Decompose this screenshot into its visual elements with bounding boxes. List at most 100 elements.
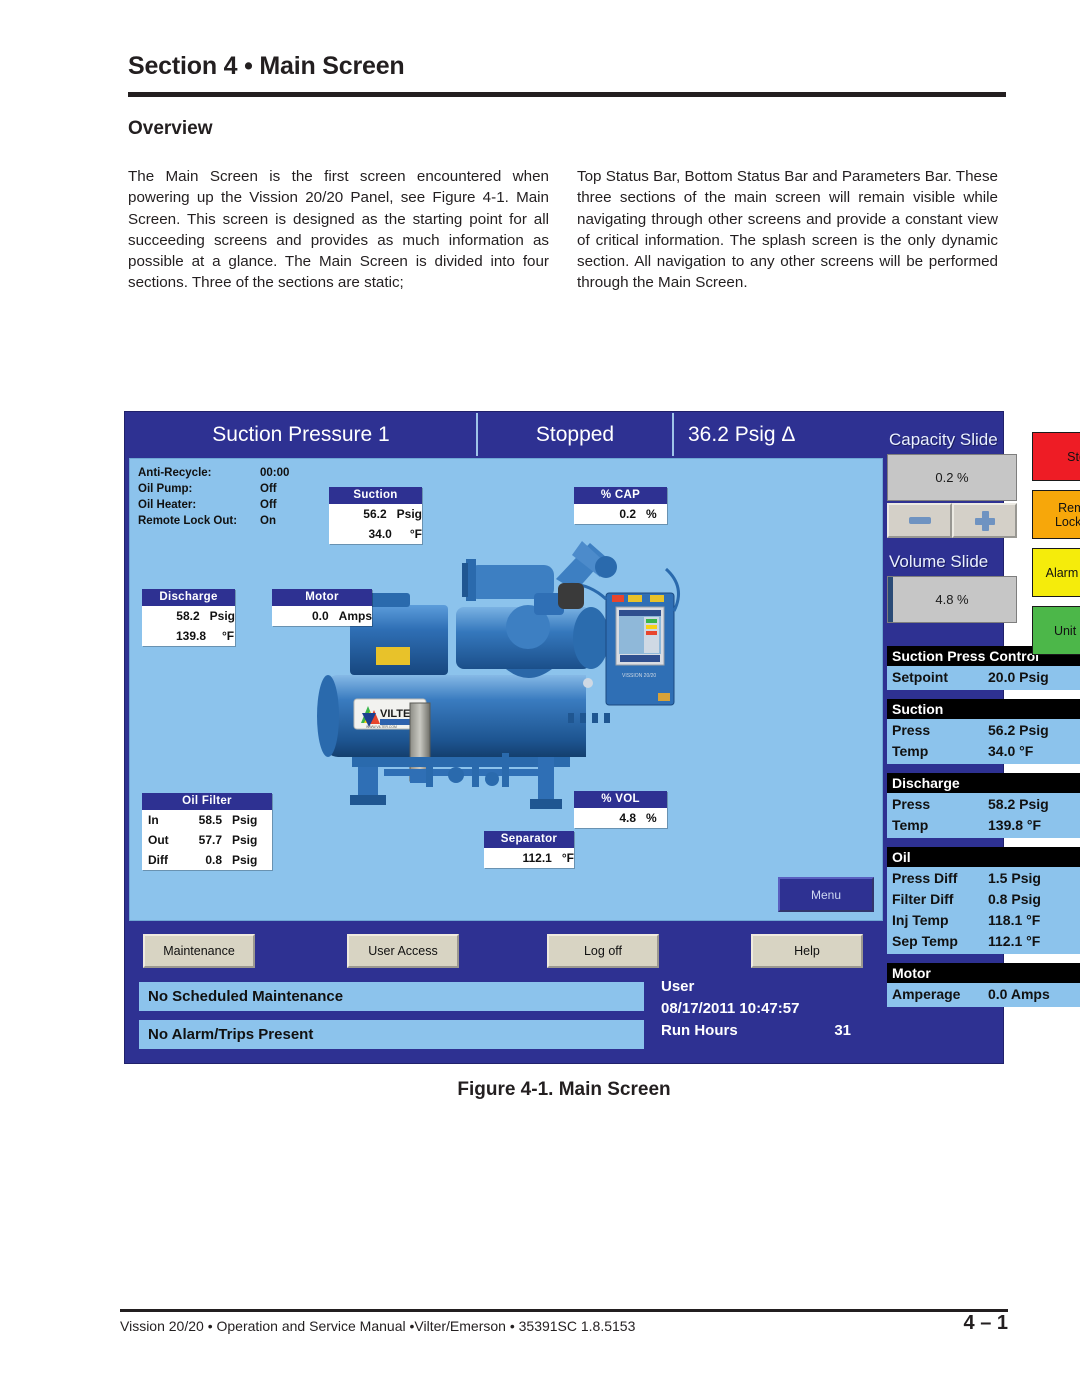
param-value: 34.0 °F [988,743,1034,759]
readout-unit: Psig [209,609,235,623]
remote-lock-out-button[interactable]: Remote Lock Out [1032,490,1080,539]
run-hours-label: Run Hours [661,1022,738,1039]
volume-slide-value: 4.8 % [935,592,969,607]
readout-row: 139.8 °F [142,626,235,646]
run-hours-value: 31 [834,1022,851,1039]
param-key: Press [892,722,931,738]
menu-button[interactable]: Menu [778,877,874,912]
overview-heading: Overview [128,118,213,139]
readout-suction[interactable]: Suction 56.2 Psig 34.0 °F [329,487,422,544]
readout-row: 0.2% [574,504,667,524]
delta-pressure-cell[interactable]: 36.2 Psig Δ [674,413,886,456]
readout-body: 112.1 °F [484,848,574,868]
parameter-groups: Suction Press Control Setpoint 20.0 Psig … [887,646,1080,1007]
readout-unit: % [646,507,657,521]
page-title: Section 4 • Main Screen [128,52,405,80]
readout-separator[interactable]: Separator 112.1 °F [484,831,574,868]
status-value: 00:00 [260,467,290,479]
readout-body: In 58.5 Psig Out 57.7 Psig Diff 0.8 Psig [142,810,272,870]
readout-discharge[interactable]: Discharge 58.2 Psig 139.8 °F [142,589,235,646]
param-value: 1.5 Psig [988,870,1041,886]
param-row: Temp 139.8 °F [887,815,1080,836]
param-group-header: Motor [887,963,1080,983]
figure-main-screen: Suction Pressure 1 Stopped 36.2 Psig Δ A… [124,411,1080,1064]
readout-value: 57.7 [198,833,222,847]
status-row: Remote Lock Out: On [138,513,320,529]
param-value: 118.1 °F [988,912,1041,928]
readout-title: Separator [484,831,574,848]
param-key: Amperage [892,986,961,1002]
control-mode-cell[interactable]: Suction Pressure 1 [126,413,478,456]
readout-key: Out [148,833,169,847]
help-button[interactable]: Help [751,934,863,968]
readout-key [484,848,518,868]
readout-unit: °F [561,851,574,865]
readout-value: 58.5 [198,813,222,827]
readout-key [574,504,610,524]
readout-unit: Psig [232,853,258,867]
readout-percent-volume[interactable]: % VOL 4.8% [574,791,667,828]
footer-text: Vission 20/20 • Operation and Service Ma… [120,1318,636,1334]
log-off-button[interactable]: Log off [547,934,659,968]
param-row: Press 58.2 Psig [887,794,1080,815]
readout-key [272,606,305,626]
readout-row: 56.2 Psig [329,504,422,524]
readout-title: % VOL [574,791,667,808]
run-state-cell[interactable]: Stopped [478,413,674,456]
volume-slide-gauge[interactable]: 4.8 % [887,576,1017,623]
param-row: Setpoint 20.0 Psig [887,667,1080,688]
readout-key: In [148,813,159,827]
capacity-slide-gauge[interactable]: 0.2 % [887,454,1017,501]
readout-value: 34.0 [368,527,392,541]
readout-key [142,606,175,626]
readout-body: 0.0 Amps [272,606,372,626]
param-group-body: Amperage 0.0 Amps [887,983,1080,1007]
unit-start-button[interactable]: Unit Start [1032,606,1080,655]
capacity-decrease-button[interactable] [887,503,952,538]
param-key: Setpoint [892,669,948,685]
param-key: Inj Temp [892,912,949,928]
param-group-header: Suction [887,699,1080,719]
param-key: Press [892,796,931,812]
param-group-discharge: Discharge Press 58.2 Psig Temp 139.8 °F [887,773,1080,838]
remote-lock-out-label: Remote Lock Out [1054,500,1080,529]
alarm-message: No Alarm/Trips Present [139,1020,644,1049]
param-value: 112.1 °F [988,933,1041,949]
readout-value: 112.1 [522,851,552,865]
status-label: Oil Pump: [138,483,193,495]
maintenance-button[interactable]: Maintenance [143,934,255,968]
readout-motor[interactable]: Motor 0.0 Amps [272,589,372,626]
user-access-button[interactable]: User Access [347,934,459,968]
param-row: Inj Temp 118.1 °F [887,910,1080,931]
manual-page: Section 4 • Main Screen Overview The Mai… [0,0,1080,1397]
alarm-reset-button[interactable]: Alarm Reset [1032,548,1080,597]
body-paragraph-left: The Main Screen is the first screen enco… [128,168,549,292]
param-value: 56.2 Psig [988,722,1049,738]
capacity-increase-button[interactable] [952,503,1017,538]
param-value: 139.8 °F [988,817,1042,833]
readout-title: Discharge [142,589,235,606]
param-value: 0.8 Psig [988,891,1041,907]
run-hours: Run Hours 31 [661,1020,851,1042]
readout-percent-capacity[interactable]: % CAP 0.2% [574,487,667,524]
readout-oil-filter[interactable]: Oil Filter In 58.5 Psig Out 57.7 Psig Diff 0.… [142,793,272,870]
status-text-list: Anti-Recycle: 00:00 Oil Pump: Off Oil He… [138,465,320,529]
svg-text:WWW.VILTER.COM: WWW.VILTER.COM [366,725,397,729]
param-key: Filter Diff [892,891,954,907]
page-number: 4 – 1 [963,1312,1008,1334]
param-group-body: Press Diff 1.5 Psig Filter Diff 0.8 Psig I… [887,867,1080,954]
param-group-body: Press 56.2 Psig Temp 34.0 °F [887,719,1080,764]
readout-value: 4.8 [619,811,636,825]
readout-key [574,808,610,828]
status-label: Anti-Recycle: [138,467,212,479]
readout-unit: °F [222,629,235,643]
readout-unit: Psig [232,833,258,847]
param-group-motor: Motor Amperage 0.0 Amps [887,963,1080,1007]
capacity-slide-value: 0.2 % [935,470,969,485]
stop-button[interactable]: Stop [1032,432,1080,481]
param-key: Temp [892,817,929,833]
readout-unit: Psig [232,813,258,827]
body-paragraph-right: Top Status Bar, Bottom Status Bar and Pa… [577,168,998,292]
readout-unit: °F [409,527,422,541]
readout-row: 0.0 Amps [272,606,372,626]
